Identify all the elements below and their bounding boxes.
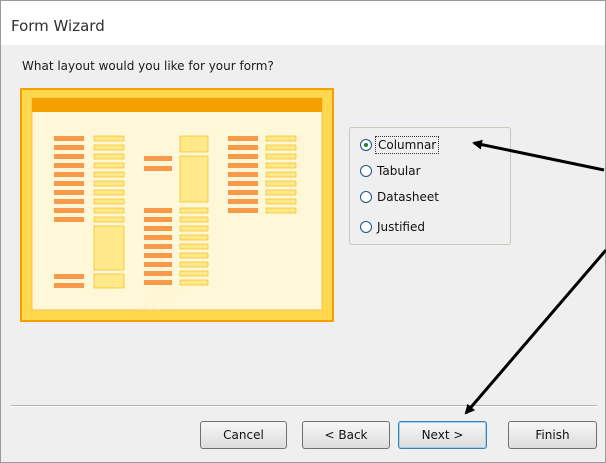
back-button[interactable]: < Back (302, 421, 390, 449)
radio-label-datasheet[interactable]: Datasheet (375, 189, 441, 205)
radio-label-justified[interactable]: Justified (375, 219, 427, 235)
radio-button-icon[interactable] (360, 165, 372, 177)
form-wizard-dialog: Form Wizard What layout would you like f… (0, 0, 606, 463)
layout-options-group: Columnar Tabular Datasheet Justified (349, 127, 511, 245)
radio-datasheet[interactable]: Datasheet (360, 188, 441, 206)
radio-tabular[interactable]: Tabular (360, 162, 423, 180)
next-button[interactable]: Next > (398, 421, 487, 449)
radio-button-icon[interactable] (360, 191, 372, 203)
radio-columnar[interactable]: Columnar (360, 136, 440, 154)
title-bar: Form Wizard (1, 1, 605, 45)
button-divider (11, 405, 597, 407)
radio-button-icon[interactable] (360, 139, 372, 151)
radio-justified[interactable]: Justified (360, 218, 427, 236)
layout-preview-image (20, 88, 334, 322)
radio-label-tabular[interactable]: Tabular (375, 163, 423, 179)
dialog-title: Form Wizard (11, 17, 105, 35)
radio-button-icon[interactable] (360, 221, 372, 233)
finish-button[interactable]: Finish (508, 421, 597, 449)
layout-prompt: What layout would you like for your form… (22, 59, 274, 73)
radio-label-columnar[interactable]: Columnar (375, 136, 440, 154)
cancel-button[interactable]: Cancel (200, 421, 287, 449)
